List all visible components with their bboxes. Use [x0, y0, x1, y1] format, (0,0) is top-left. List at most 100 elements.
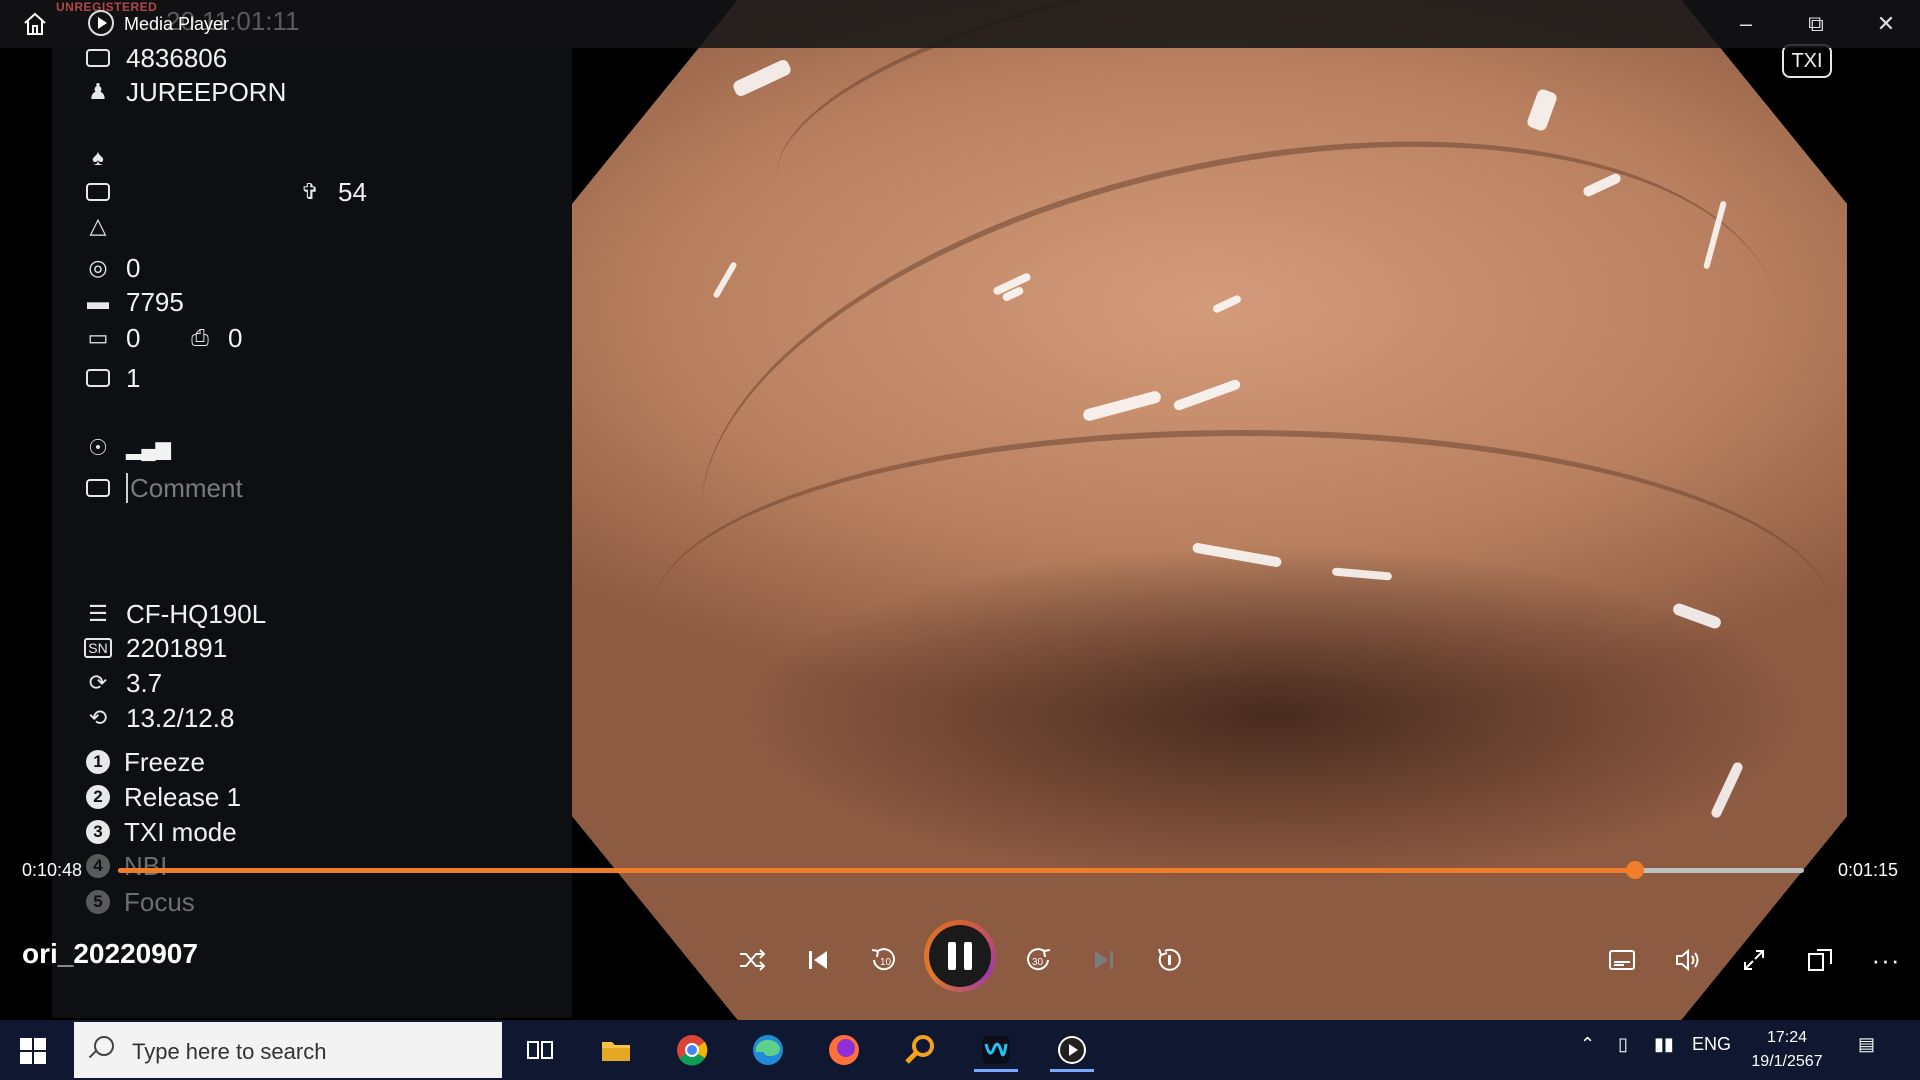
media-player-logo-icon	[88, 10, 114, 36]
file-explorer-button[interactable]	[594, 1028, 638, 1072]
scope-serial: 2201891	[126, 632, 228, 663]
comment-row[interactable]: Comment	[84, 472, 243, 504]
txi-mode-badge: TXI	[1782, 44, 1832, 78]
media-player-icon	[1058, 1036, 1086, 1064]
restore-button[interactable]: ⧉	[1796, 8, 1836, 40]
function-label: TXI mode	[124, 816, 237, 847]
close-button[interactable]: ✕	[1866, 8, 1906, 40]
volume-icon	[1676, 948, 1699, 972]
svg-text:30: 30	[1032, 957, 1044, 968]
mini-player-icon	[1808, 949, 1832, 971]
taskbar-search-box[interactable]: Type here to search	[74, 1022, 502, 1078]
search-icon	[94, 1036, 114, 1056]
skip-forward-button[interactable]: 30	[1016, 938, 1060, 982]
function-button-1: 1 Freeze	[84, 746, 205, 778]
clock-time: 17:24	[1766, 1029, 1808, 1046]
start-button[interactable]	[20, 1038, 46, 1064]
magnifier-app-icon	[905, 1035, 934, 1064]
more-options-button[interactable]: ···	[1864, 938, 1908, 982]
shuffle-button[interactable]	[730, 938, 774, 982]
cvp-printer-icon: ⎙	[191, 325, 209, 350]
media-title: ori_20220907	[22, 938, 198, 969]
endoscopic-image	[572, 0, 1847, 1020]
skip-back-button[interactable]: 10	[862, 938, 906, 982]
chrome-icon	[677, 1035, 708, 1066]
function-button-3: 3 TXI mode	[84, 816, 237, 848]
captions-icon	[1609, 950, 1635, 970]
chrome-button[interactable]	[670, 1028, 714, 1072]
scope-model: CF-HQ190L	[126, 598, 267, 629]
fullscreen-button[interactable]	[1732, 938, 1776, 982]
id-card-icon	[84, 46, 112, 70]
scope-icon: ☰	[88, 601, 108, 626]
repeat-one-icon	[1158, 948, 1181, 971]
txi-row: 1	[84, 362, 140, 394]
shuffle-icon	[740, 949, 766, 971]
camera-icon: ◎	[88, 255, 108, 280]
calendar-icon	[84, 180, 112, 204]
comment-field[interactable]: Comment	[130, 473, 243, 504]
meet-now-icon[interactable]: ▯	[1618, 1034, 1628, 1055]
function-button-5: 5 Focus	[84, 886, 195, 918]
rotation-row: ⟳ 3.7	[84, 667, 162, 699]
skip-back-10-icon: 10	[871, 948, 895, 971]
previous-icon	[809, 951, 827, 969]
display-row: ▭ 0	[84, 322, 141, 354]
rotation-value: 3.7	[126, 667, 163, 698]
svg-text:10: 10	[880, 957, 892, 968]
active-indicator	[1050, 1069, 1094, 1072]
edge-icon	[753, 1035, 783, 1065]
standing-person-icon: ✞	[300, 179, 320, 204]
next-button[interactable]	[1082, 938, 1126, 982]
minimize-button[interactable]: –	[1726, 8, 1766, 40]
elapsed-time: 0:10:48	[22, 860, 83, 880]
seek-bar[interactable]	[118, 861, 1804, 879]
home-icon[interactable]	[22, 12, 48, 36]
txi-icon	[84, 366, 112, 390]
light-source-icon: ☉	[88, 435, 108, 460]
counter-row: ▬ 7795	[84, 286, 184, 318]
notifications-icon[interactable]: ▤	[1858, 1034, 1875, 1055]
edge-button[interactable]	[746, 1028, 790, 1072]
mini-player-button[interactable]	[1798, 938, 1842, 982]
function-label: Focus	[124, 886, 195, 917]
taskbar-clock[interactable]: 17:24 19/1/2567	[1722, 1026, 1852, 1074]
number-badge: 1	[86, 750, 110, 774]
function-label: Freeze	[124, 746, 205, 777]
number-badge: 3	[86, 820, 110, 844]
media-player-taskbar-button[interactable]	[1050, 1028, 1094, 1072]
number-badge: 2	[86, 785, 110, 809]
patient-name-row: ♟ JUREEPORN	[84, 76, 286, 108]
capture-row: ◎ 0	[84, 252, 140, 284]
firefox-button[interactable]	[822, 1028, 866, 1072]
gender-icon: △	[89, 213, 107, 238]
comment-icon	[84, 476, 112, 500]
search-tool-button[interactable]	[898, 1028, 942, 1072]
more-icon: ···	[1871, 944, 1901, 975]
captions-button[interactable]	[1600, 938, 1644, 982]
battery-icon[interactable]: ▮▮	[1654, 1034, 1674, 1055]
show-hidden-icons-button[interactable]: ⌃	[1580, 1034, 1595, 1055]
function-label: NBI	[124, 850, 168, 881]
windows-taskbar: Type here to search ⌃ ▯ ▮▮ ENG 17:24 19/…	[0, 1020, 1920, 1080]
remaining-time: 0:01:15	[1838, 860, 1899, 880]
firefox-icon	[829, 1035, 859, 1065]
monitor-icon: ▭	[87, 325, 109, 350]
fullscreen-icon	[1744, 950, 1764, 970]
task-view-button[interactable]	[518, 1028, 562, 1072]
doctor-icon: ♠	[92, 145, 104, 170]
counter-icon: ▬	[87, 289, 109, 314]
function-button-2: 2 Release 1	[84, 781, 241, 813]
previous-button[interactable]	[796, 938, 840, 982]
age-row: ✞ 54	[296, 176, 367, 208]
person-icon: ♟	[88, 79, 108, 104]
volume-button[interactable]	[1666, 938, 1710, 982]
play-pause-button[interactable]	[924, 920, 996, 992]
repeat-button[interactable]	[1148, 938, 1192, 982]
angle-value: 13.2/12.8	[126, 702, 235, 733]
webex-button[interactable]	[974, 1028, 1018, 1072]
angle-row: ⟲ 13.2/12.8	[84, 702, 235, 734]
title-bar: UNREGISTERED 20 11:01:11 Media Player – …	[0, 0, 1920, 48]
task-view-icon	[527, 1041, 553, 1059]
text-caret	[126, 473, 128, 503]
